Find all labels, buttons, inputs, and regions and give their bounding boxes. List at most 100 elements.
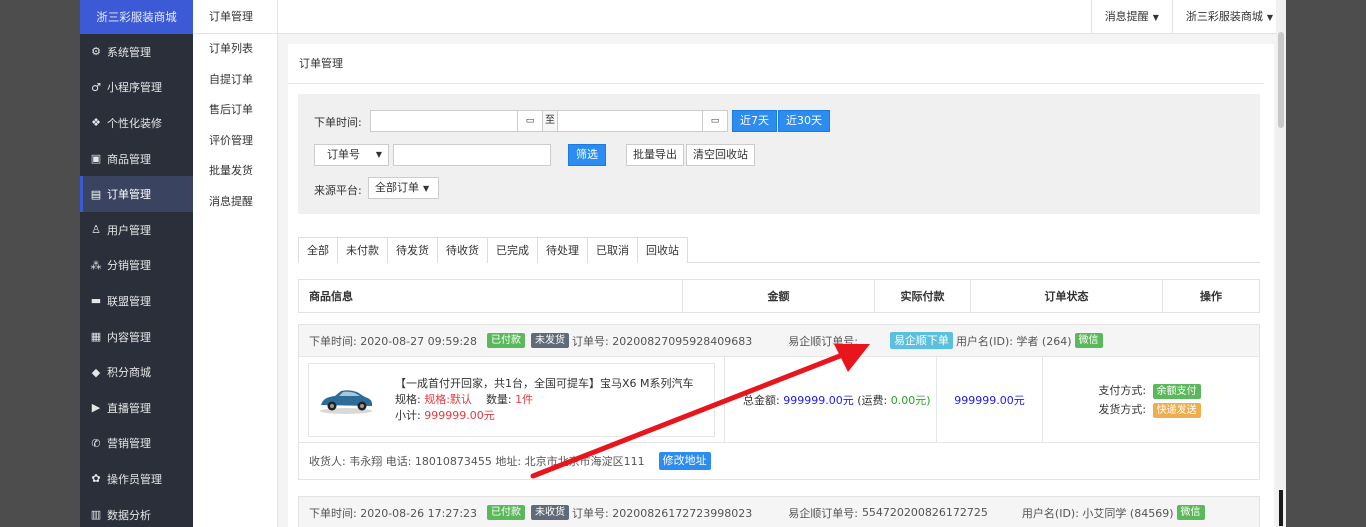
- shop-label: 浙三彩服装商城: [1185, 10, 1263, 23]
- subnav-item[interactable]: 消息提醒: [193, 187, 277, 218]
- end-date-input[interactable]: [557, 110, 703, 132]
- wechat-badge: 微信: [1176, 505, 1205, 520]
- sidebar-item[interactable]: ▦ 内容管理: [80, 319, 193, 355]
- sidebar-item[interactable]: ⚙ 系统管理: [80, 34, 193, 70]
- start-date-input[interactable]: [370, 110, 518, 132]
- content-icon: ▦: [90, 330, 102, 344]
- decorate-icon: ❖: [91, 116, 101, 130]
- tab-item[interactable]: 已取消: [587, 237, 638, 263]
- caret-down-icon: ▼: [1152, 13, 1159, 22]
- subnav-item[interactable]: 订单列表: [193, 34, 277, 65]
- scroll-down-area[interactable]: [1276, 490, 1286, 527]
- calendar-icon[interactable]: ▭: [517, 110, 543, 132]
- sidebar-item-label: 联盟管理: [107, 294, 151, 308]
- subnav-item[interactable]: 批量发货: [193, 156, 277, 187]
- username: 用户名(ID): 小艾同学 (84569): [1021, 506, 1174, 520]
- tab-item[interactable]: 待发货: [387, 237, 438, 263]
- chart-icon: ▥: [90, 508, 102, 522]
- total-label: 总金额:: [743, 393, 780, 407]
- last-30-days-button[interactable]: 近30天: [778, 110, 830, 132]
- order-number: 订单号: 20200826172723998023: [572, 506, 753, 520]
- scrollbar-thumb[interactable]: [1278, 32, 1284, 128]
- source-label: 来源平台:: [314, 184, 362, 197]
- tab-item[interactable]: 未付款: [337, 237, 388, 263]
- search-type-value: 订单号: [327, 148, 360, 161]
- tab-item[interactable]: 全部: [298, 237, 338, 263]
- pay-method-badge: 余额支付: [1152, 383, 1201, 399]
- alliance-icon: ▬: [90, 294, 102, 308]
- calendar-icon[interactable]: ▭: [702, 110, 728, 132]
- scrollbar[interactable]: [1276, 0, 1286, 527]
- yqs-order-button[interactable]: 易企顺下单: [889, 332, 953, 349]
- goods-item[interactable]: 【一成首付开回家，共1台，全国可提车】宝马X6 M系列汽车 规格: 规格:默认 …: [308, 362, 715, 437]
- paid-badge: 已付款: [487, 333, 526, 348]
- wechat-badge: 微信: [1074, 333, 1103, 348]
- sidebar-item[interactable]: ▣ 商品管理: [80, 141, 193, 177]
- last-7-days-button[interactable]: 近7天: [732, 110, 777, 132]
- live-icon: ▶: [91, 401, 101, 415]
- amount-cell: 总金额: 999999.00元 (运费: 0.00元): [725, 357, 937, 442]
- shop-dropdown[interactable]: 浙三彩服装商城 ▼: [1171, 0, 1286, 34]
- qty-value: 1件: [515, 392, 534, 406]
- tab-item[interactable]: 已完成: [487, 237, 538, 263]
- tab-item[interactable]: 回收站: [637, 237, 688, 263]
- sidebar-item[interactable]: ◆ 积分商城: [80, 354, 193, 390]
- sidebar-item[interactable]: ✿ 操作员管理: [80, 461, 193, 497]
- edit-address-button[interactable]: 修改地址: [658, 451, 711, 470]
- source-select[interactable]: 全部订单 ▼: [368, 177, 439, 199]
- sidebar-item[interactable]: ▶ 直播管理: [80, 390, 193, 426]
- sidebar: 浙三彩服装商城 ⚙ 系统管理 ♂ 小程序管理 ❖ 个性化装修 ▣ 商品管理 ▤ 订单管理 ♙ 用户管理…: [80, 0, 193, 527]
- search-input[interactable]: [393, 144, 551, 166]
- table-header: 商品信息 金额 实际付款 订单状态 操作: [298, 279, 1260, 313]
- filter-panel: 下单时间: ▭ 至 ▭ 近7天 近30天 订单号 ▼ 筛选 批量导出 清空回收站 …: [298, 94, 1260, 214]
- filter-button[interactable]: 筛选: [568, 144, 606, 166]
- scroll-down-handle[interactable]: [1279, 490, 1283, 526]
- sidebar-item-label: 个性化装修: [107, 116, 162, 130]
- sidebar-item[interactable]: ❖ 个性化装修: [80, 105, 193, 141]
- tab-item[interactable]: 待处理: [537, 237, 588, 263]
- col-goods: 商品信息: [299, 280, 683, 312]
- sidebar-item[interactable]: ▬ 联盟管理: [80, 283, 193, 319]
- sidebar-item-label: 营销管理: [107, 437, 151, 451]
- sidebar-item[interactable]: ♙ 用户管理: [80, 212, 193, 248]
- page-title: 订单管理: [288, 44, 1264, 84]
- messages-dropdown[interactable]: 消息提醒 ▼: [1090, 0, 1172, 34]
- main-panel: 订单管理 下单时间: ▭ 至 ▭ 近7天 近30天 订单号 ▼ 筛选 批量导出 清…: [288, 44, 1274, 527]
- sidebar-item-label: 积分商城: [107, 366, 151, 380]
- goods-title[interactable]: 【一成首付开回家，共1台，全国可提车】宝马X6 M系列汽车: [395, 376, 694, 392]
- sidebar-item-label: 内容管理: [107, 330, 151, 344]
- ship-method-badge: 快递发送: [1152, 402, 1201, 418]
- brand-logo[interactable]: 浙三彩服装商城: [80, 0, 193, 34]
- spec-label: 规格:: [395, 392, 421, 406]
- sidebar-item[interactable]: ✆ 营销管理: [80, 426, 193, 462]
- subnav: 订单管理 订单列表 自提订单 售后订单 评价管理 批量发货 消息提醒: [193, 0, 278, 527]
- sidebar-item[interactable]: ♂ 小程序管理: [80, 70, 193, 106]
- car-image: [320, 389, 373, 414]
- tab-item[interactable]: 待收货: [437, 237, 488, 263]
- col-amount: 金额: [683, 280, 875, 312]
- sidebar-item[interactable]: ⁂ 分销管理: [80, 248, 193, 284]
- batch-export-button[interactable]: 批量导出: [626, 144, 684, 166]
- sidebar-item-label: 直播管理: [107, 401, 151, 415]
- messages-label: 消息提醒: [1104, 10, 1149, 23]
- paid-cell: 999999.00元: [937, 357, 1043, 442]
- sidebar-item[interactable]: ▥ 数据分析: [80, 497, 193, 527]
- sidebar-item-label: 订单管理: [107, 188, 151, 202]
- yqs-order-label: 易企顺订单号:: [788, 506, 858, 520]
- sidebar-item-label: 用户管理: [107, 223, 151, 237]
- order-time: 下单时间: 2020-08-27 09:59:28: [309, 334, 478, 348]
- subnav-title: 订单管理: [193, 0, 277, 34]
- subnav-menu: 订单列表 自提订单 售后订单 评价管理 批量发货 消息提醒: [193, 34, 277, 217]
- search-type-select[interactable]: 订单号 ▼: [314, 144, 389, 166]
- subnav-item[interactable]: 售后订单: [193, 95, 277, 126]
- sidebar-menu: ⚙ 系统管理 ♂ 小程序管理 ❖ 个性化装修 ▣ 商品管理 ▤ 订单管理 ♙ 用户管理 ⁂ 分销管理 ▬ 联盟…: [80, 34, 193, 527]
- paid-badge: 已付款: [487, 505, 526, 520]
- sidebar-item[interactable]: ▤ 订单管理: [80, 176, 193, 212]
- subnav-item[interactable]: 评价管理: [193, 126, 277, 157]
- subnav-item[interactable]: 自提订单: [193, 65, 277, 96]
- order-number: 订单号: 20200827095928409683: [572, 334, 753, 348]
- clear-recycle-button[interactable]: 清空回收站: [686, 144, 755, 166]
- caret-down-icon: ▼: [1266, 13, 1273, 22]
- topbar: 消息提醒 ▼ 浙三彩服装商城 ▼: [278, 0, 1286, 34]
- caret-down-icon: ▼: [375, 150, 382, 159]
